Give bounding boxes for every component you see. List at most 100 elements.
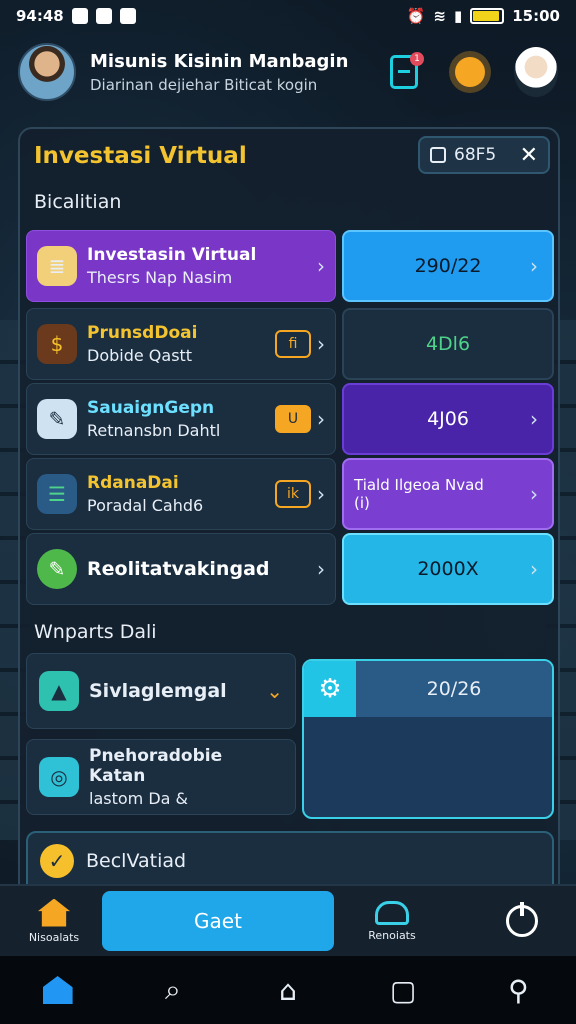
system-nav-bar: ⌕ ⌂ ▢ ⚲ — [0, 956, 576, 1024]
toolbar-cloud[interactable]: Renoiats — [352, 900, 432, 942]
notifications-button[interactable]: 1 — [382, 50, 426, 94]
row-title: BeclVatiad — [86, 850, 187, 872]
chip-label: 68F5 — [454, 145, 497, 165]
check-icon: ✓ — [40, 844, 74, 878]
user-avatar[interactable] — [18, 43, 76, 101]
value-text: 4J06 — [427, 408, 469, 430]
row-tag: ik — [275, 480, 311, 508]
header-text: Misunis Kisinin Manbagin Diarinan dejieh… — [90, 51, 360, 94]
row-title: Pnehoradobie Katan — [89, 746, 223, 786]
house-outline-icon[interactable]: ⌂ — [272, 974, 304, 1007]
target-icon: ◎ — [39, 757, 79, 797]
search-icon[interactable]: ⌕ — [157, 973, 189, 1006]
value-card[interactable]: 290/22 › — [342, 230, 554, 302]
row-subtitle: Retnansbn Dahtl — [87, 421, 221, 440]
document-icon: ✎ — [37, 399, 77, 439]
list-item-pnehorad[interactable]: ◎ Pnehoradobie Katan lastom Da & — [26, 739, 296, 815]
chevron-right-icon: › — [530, 407, 538, 431]
gallery-icon — [95, 8, 112, 24]
value-text: 290/22 — [414, 255, 482, 277]
house-icon — [38, 898, 70, 927]
preview-card[interactable]: ⚙ 20/26 — [302, 659, 554, 819]
nav-home-button[interactable] — [42, 974, 74, 1006]
app-header: Misunis Kisinin Manbagin Diarinan dejieh… — [0, 36, 576, 108]
list-item-reolitat[interactable]: ✎ Reolitatvakingad › — [26, 533, 336, 605]
chevron-right-icon: › — [530, 482, 538, 506]
toolbar-cloud-label: Renoiats — [368, 928, 416, 942]
list-item-investasi[interactable]: ≣ Investasin Virtual Thesrs Nap Nasim › — [26, 230, 336, 302]
profile-button[interactable] — [514, 47, 558, 97]
gaet-button[interactable]: Gaet — [102, 891, 334, 951]
status-right: ⏰ ≋ ▮ 15:00 — [407, 7, 560, 25]
power-icon[interactable] — [506, 902, 538, 937]
notification-badge: 1 — [410, 52, 424, 66]
network-button[interactable] — [448, 50, 492, 94]
wallet-icon — [430, 147, 446, 163]
row-text: Reolitatvakingad — [87, 558, 317, 580]
close-icon[interactable]: ✕ — [520, 143, 538, 168]
battery-icon — [470, 8, 505, 24]
row-tag: U — [275, 405, 311, 433]
row-text: Sivlaglemgal — [89, 680, 266, 702]
list-item-beclvatiad[interactable]: ✓ BeclVatiad — [26, 831, 554, 891]
row-tag: fi — [275, 330, 311, 358]
account-icon[interactable]: ⚲ — [502, 974, 534, 1007]
list-item-sauaign[interactable]: ✎ SauaignGepn Retnansbn Dahtl U › — [26, 383, 336, 455]
status-time-left: 94:48 — [16, 7, 64, 25]
row-title: RdanaDai — [87, 473, 179, 493]
row-subtitle: Poradal Cahd6 — [87, 496, 204, 515]
chevron-right-icon: › — [317, 332, 325, 356]
gear-icon[interactable]: ⚙ — [304, 661, 356, 717]
bottom-toolbar: Nisoalats Gaet Renoiats — [0, 884, 576, 956]
recent-apps-icon[interactable]: ▢ — [387, 974, 419, 1007]
notification-icon — [71, 8, 88, 24]
chevron-right-icon: › — [530, 557, 538, 581]
toolbar-home-label: Nisoalats — [28, 930, 80, 944]
value-text: 2000X — [417, 558, 479, 580]
edit-icon: ✎ — [37, 549, 77, 589]
row-text: PrunsdDoai Dobide Qastt — [87, 323, 275, 365]
home-icon — [42, 976, 73, 1004]
row-subtitle: Dobide Qastt — [87, 346, 193, 365]
row-text: Pnehoradobie Katan lastom Da & — [89, 746, 283, 808]
section-label-2: Wnparts Dali — [34, 621, 157, 643]
row-title: Reolitatvakingad — [87, 558, 270, 580]
chevron-right-icon: › — [317, 557, 325, 581]
preview-header: ⚙ 20/26 — [304, 661, 552, 717]
chevron-right-icon: › — [317, 254, 325, 278]
row-title: Sivlaglemgal — [89, 680, 227, 702]
row-subtitle: Thesrs Nap Nasim — [87, 268, 233, 287]
money-bag-icon: $ — [37, 324, 77, 364]
value-card[interactable]: 4Dl6 — [342, 308, 554, 380]
row-text: Investasin Virtual Thesrs Nap Nasim — [87, 245, 317, 287]
panel-chip[interactable]: 68F5 ✕ — [418, 136, 550, 174]
chevron-down-icon: ⌄ — [266, 679, 283, 703]
value-text: 4Dl6 — [425, 333, 471, 355]
status-left: 94:48 — [16, 7, 136, 25]
value-card[interactable]: 4J06 › — [342, 383, 554, 455]
list-item-prunsd[interactable]: $ PrunsdDoai Dobide Qastt fi › — [26, 308, 336, 380]
chart-icon: ▲ — [39, 671, 79, 711]
header-title: Misunis Kisinin Manbagin — [90, 50, 349, 72]
row-subtitle: lastom Da & — [89, 789, 189, 808]
list-item-sivlag[interactable]: ▲ Sivlaglemgal ⌄ — [26, 653, 296, 729]
panel-title: Investasi Virtual — [34, 143, 247, 169]
checklist-icon: ☰ — [37, 474, 77, 514]
header-subtitle: Diarinan dejiehar Biticat kogin — [90, 75, 318, 94]
app-icon — [119, 8, 136, 24]
row-title: PrunsdDoai — [87, 323, 198, 343]
row-title: SauaignGepn — [87, 398, 215, 418]
cloud-icon — [375, 900, 409, 925]
signal-icon: ▮ — [453, 7, 463, 25]
list-item-rdana[interactable]: ☰ RdanaDai Poradal Cahd6 ik › — [26, 458, 336, 530]
value-card[interactable]: 2000X › — [342, 533, 554, 605]
toolbar-home[interactable]: Nisoalats — [14, 898, 94, 944]
row-text: SauaignGepn Retnansbn Dahtl — [87, 398, 275, 440]
profile-icon — [514, 47, 558, 97]
status-time-right: 15:00 — [512, 7, 560, 25]
status-bar: 94:48 ⏰ ≋ ▮ 15:00 — [0, 0, 576, 32]
preview-value: 20/26 — [426, 678, 482, 700]
value-card[interactable]: Tiald Ilgeoa Nvad (i) › — [342, 458, 554, 530]
investment-panel: Investasi Virtual 68F5 ✕ Bicalitian ≣ In… — [18, 127, 560, 897]
alarm-icon: ⏰ — [406, 7, 426, 25]
